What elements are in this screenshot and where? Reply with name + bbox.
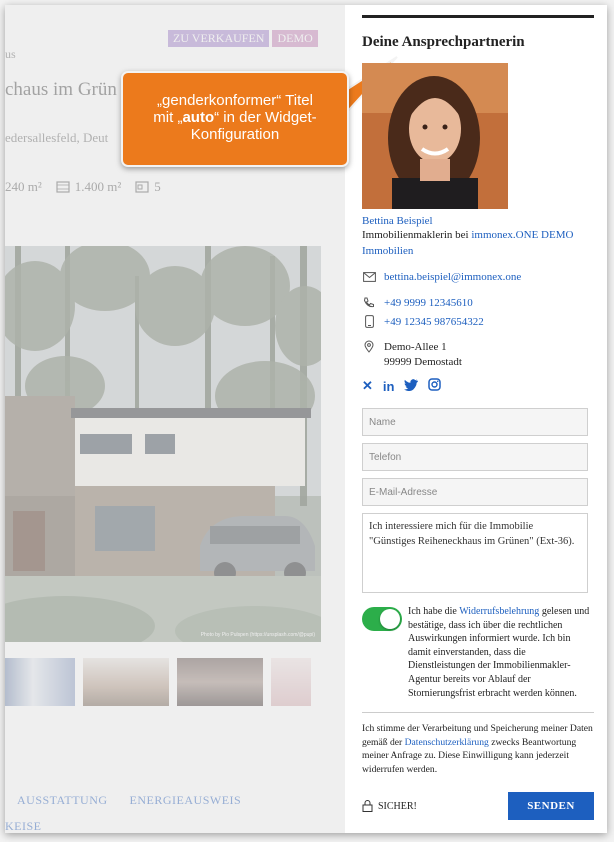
living-area: 240 m² [5,179,42,195]
tab-energieausweis[interactable]: ENERGIEAUSWEIS [130,793,242,808]
callout-line-2: mit „auto“ in der Widget- [153,109,317,126]
property-photo[interactable]: Photo by Pio Pulspen (https://unsplash.c… [5,246,321,642]
secure-label: SICHER! [378,800,417,812]
form-divider [362,712,594,714]
living-area-value: 240 m² [5,179,42,194]
property-facts: 240 m² 1.400 m² 5 [5,179,161,195]
withdrawal-policy-link[interactable]: Widerrufsbelehrung [459,606,539,617]
lock-icon [362,800,373,813]
rooms: 5 [135,179,161,195]
send-button[interactable]: SENDEN [508,792,594,821]
privacy-policy-link[interactable]: Datenschutzerklärung [405,737,489,748]
phone-icon [362,297,376,309]
plot-area-icon [56,181,70,193]
phone-row: +49 9999 12345610 [362,297,594,309]
contact-form: Name Telefon E-Mail-Adresse Ich interess… [362,408,594,821]
status-badges: ZU VERKAUFEN DEMO [168,30,318,47]
consent-row: Ich habe die Widerrufsbelehrung gelesen … [362,605,594,700]
thumbnail-1[interactable] [5,658,75,706]
envelope-icon [362,272,376,282]
house-photo-image [5,246,321,642]
contact-sidebar: Deine Ansprechpartnerin Bettina Beispiel… [362,15,594,821]
property-title: chaus im Grün [5,79,117,100]
screenshot-frame: ZU VERKAUFEN DEMO us chaus im Grün eders… [5,5,607,833]
message-textarea[interactable]: Ich interessiere mich für die Immobilie … [362,513,588,593]
agent-name[interactable]: Bettina Beispiel [362,215,594,227]
photo-thumbnails [5,658,311,706]
agent-portrait [362,63,508,209]
agent-email-link[interactable]: bettina.beispiel@immonex.one [384,271,521,283]
address-street: Demo-Allee 1 [384,341,447,353]
linkedin-icon[interactable]: in [383,379,395,394]
email-input[interactable]: E-Mail-Adresse [362,478,588,506]
agent-role-text: Immobilienmaklerin bei [362,229,472,241]
consent-toggle[interactable] [362,607,402,631]
agent-address: Demo-Allee 1 99999 Demostadt [384,340,462,370]
for-sale-badge: ZU VERKAUFEN [168,30,270,47]
property-tabs: AUSSTATTUNG ENERGIEAUSWEIS [17,793,241,808]
breadcrumb[interactable]: us [5,47,16,62]
form-footer: SICHER! SENDEN [362,792,594,821]
agent-mobile-link[interactable]: +49 12345 987654322 [384,316,484,328]
rooms-value: 5 [154,179,161,194]
property-address: edersallesfeld, Deut [5,130,109,145]
consent-text: Ich habe die Widerrufsbelehrung gelesen … [408,606,590,699]
thumbnail-4[interactable] [271,658,311,706]
agent-role: Immobilienmaklerin bei immonex.ONE DEMO … [362,227,594,259]
callout-line-3: Konfiguration [190,126,280,143]
callout-line-1: „genderkonformer“ Titel [157,92,313,109]
thumbnail-2[interactable] [83,658,169,706]
mobile-row: +49 12345 987654322 [362,315,594,328]
address-city: 99999 Demostadt [384,356,462,368]
tab-ausstattung[interactable]: AUSSTATTUNG [17,793,108,808]
agent-portrait-image [362,63,508,209]
twitter-icon[interactable] [404,378,419,394]
demo-badge: DEMO [272,30,318,47]
social-links: ✕ in [362,378,594,394]
phone-input[interactable]: Telefon [362,443,588,471]
privacy-text: Ich stimme der Verarbeitung und Speicher… [362,723,593,775]
email-row: bettina.beispiel@immonex.one [362,271,594,283]
location-pin-icon [362,340,376,353]
xing-icon[interactable]: ✕ [362,378,373,394]
tab-preise[interactable]: KEISE [5,819,42,833]
secure-indicator: SICHER! [362,800,417,813]
plot-area-value: 1.400 m² [74,179,122,194]
mobile-icon [362,315,376,328]
sidebar-top-rule [362,15,594,18]
plot-area: 1.400 m² [56,179,122,195]
instagram-icon[interactable] [428,378,442,394]
name-input[interactable]: Name [362,408,588,436]
photo-credit: Photo by Pio Pulspen (https://unsplash.c… [200,632,315,638]
thumbnail-3[interactable] [177,658,263,706]
address-row: Demo-Allee 1 99999 Demostadt [362,340,594,370]
contact-heading: Deine Ansprechpartnerin [362,34,525,50]
annotation-callout: „genderkonformer“ Titel mit „auto“ in de… [121,71,349,167]
rooms-icon [135,181,149,193]
agent-phone-link[interactable]: +49 9999 12345610 [384,297,473,309]
